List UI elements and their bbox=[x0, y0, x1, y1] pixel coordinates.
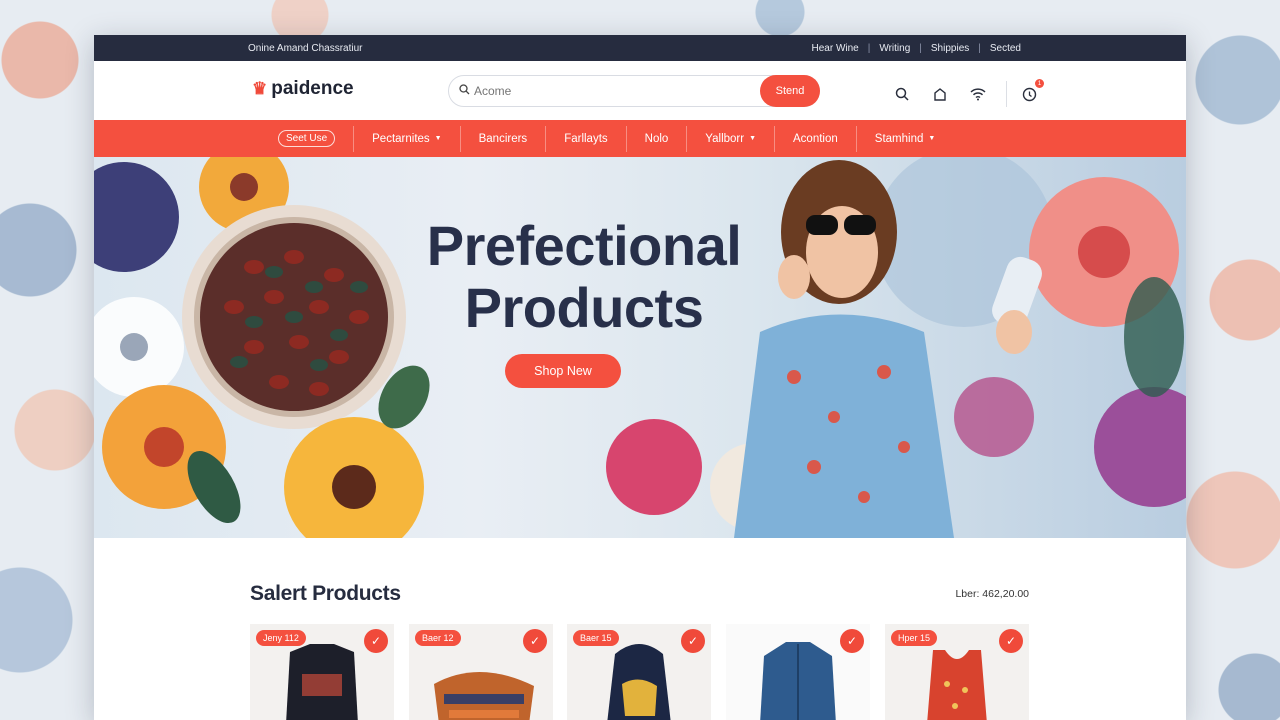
product-card[interactable]: Baer 15 ✓ bbox=[567, 624, 711, 720]
hero-title: Prefectional Products bbox=[334, 215, 834, 339]
logo-crown-icon: ♛ bbox=[252, 79, 268, 98]
search-bar: Stend bbox=[448, 75, 820, 107]
home-icon[interactable] bbox=[930, 84, 950, 104]
shop-now-button[interactable]: Shop New bbox=[505, 354, 621, 388]
check-icon[interactable]: ✓ bbox=[364, 629, 388, 653]
product-tag: Hper 15 bbox=[891, 630, 938, 646]
nav-item-8[interactable]: Stamhind ▼ bbox=[857, 126, 954, 152]
site-header: ♛ paidence Stend 1 bbox=[94, 61, 1186, 120]
nav-item-3[interactable]: Bancirers bbox=[461, 125, 547, 152]
top-link-4[interactable]: Sected bbox=[981, 43, 1030, 54]
main-nav: Seet Use Pectarnites ▼ Bancirers Farllayt… bbox=[94, 120, 1186, 157]
top-link-3[interactable]: Shippies bbox=[922, 43, 978, 54]
chevron-down-icon: ▼ bbox=[928, 135, 936, 142]
product-tag: Jeny 112 bbox=[256, 630, 306, 646]
cart-count-badge: 1 bbox=[1035, 79, 1044, 88]
top-strip-links: Hear Wine | Writing | Shippies | Sected bbox=[802, 43, 1030, 54]
nav-item-5[interactable]: Nolo bbox=[627, 125, 688, 152]
nav-item-label: Bancirers bbox=[478, 132, 528, 145]
nav-item-1[interactable]: Seet Use bbox=[278, 125, 355, 152]
chevron-down-icon: ▼ bbox=[434, 135, 442, 142]
product-card[interactable]: Baer 12 ✓ bbox=[409, 624, 553, 720]
storefront-page: Onine Amand Chassratiur Hear Wine | Writ… bbox=[94, 35, 1186, 720]
nav-item-label: Farllayts bbox=[564, 132, 608, 145]
wifi-icon[interactable] bbox=[968, 84, 988, 104]
section-title: Salert Products bbox=[250, 582, 401, 605]
nav-item-4[interactable]: Farllayts bbox=[546, 125, 627, 152]
top-strip-text: Onine Amand Chassratiur bbox=[248, 42, 363, 54]
header-icons: 1 bbox=[892, 79, 1057, 107]
nav-item-label: Acontion bbox=[793, 132, 838, 145]
check-icon[interactable]: ✓ bbox=[840, 629, 864, 653]
nav-item-label: Seet Use bbox=[278, 130, 336, 147]
cart-icon[interactable]: 1 bbox=[1019, 79, 1044, 104]
logo-text: paidence bbox=[271, 78, 354, 99]
product-card[interactable]: Jeny 112 ✓ bbox=[250, 624, 394, 720]
search-icon bbox=[459, 84, 470, 98]
nav-item-7[interactable]: Acontion bbox=[775, 125, 857, 152]
product-card[interactable]: ✓ bbox=[726, 624, 870, 720]
check-icon[interactable]: ✓ bbox=[681, 629, 705, 653]
total-label: Lber: 462,20.00 bbox=[955, 588, 1029, 600]
top-link-1[interactable]: Hear Wine bbox=[802, 43, 867, 54]
check-icon[interactable]: ✓ bbox=[999, 629, 1023, 653]
nav-item-label: Pectarnites bbox=[372, 132, 430, 145]
search-submit-button[interactable]: Stend bbox=[760, 75, 820, 107]
products-section: Salert Products Lber: 462,20.00 Jeny 112… bbox=[94, 538, 1186, 720]
nav-item-label: Nolo bbox=[644, 132, 669, 145]
logo[interactable]: ♛ paidence bbox=[252, 78, 354, 100]
nav-item-label: Yallborr bbox=[705, 132, 745, 145]
hero-title-line-1: Prefectional bbox=[426, 214, 742, 277]
top-strip: Onine Amand Chassratiur Hear Wine | Writ… bbox=[94, 35, 1186, 61]
nav-item-6[interactable]: Yallborr ▼ bbox=[687, 125, 776, 152]
top-link-2[interactable]: Writing bbox=[870, 43, 919, 54]
product-tag: Baer 12 bbox=[415, 630, 461, 646]
hero-title-line-2: Products bbox=[464, 276, 704, 339]
product-tag: Baer 15 bbox=[573, 630, 619, 646]
search-input[interactable] bbox=[474, 84, 754, 98]
hero-banner: Prefectional Products Shop New bbox=[94, 157, 1186, 538]
product-card[interactable]: Hper 15 ✓ bbox=[885, 624, 1029, 720]
nav-item-label: Stamhind bbox=[874, 132, 924, 145]
chevron-down-icon: ▼ bbox=[749, 135, 757, 142]
nav-item-2[interactable]: Pectarnites ▼ bbox=[354, 125, 461, 152]
search-icon[interactable] bbox=[892, 84, 912, 104]
check-icon[interactable]: ✓ bbox=[523, 629, 547, 653]
divider bbox=[1006, 81, 1007, 107]
